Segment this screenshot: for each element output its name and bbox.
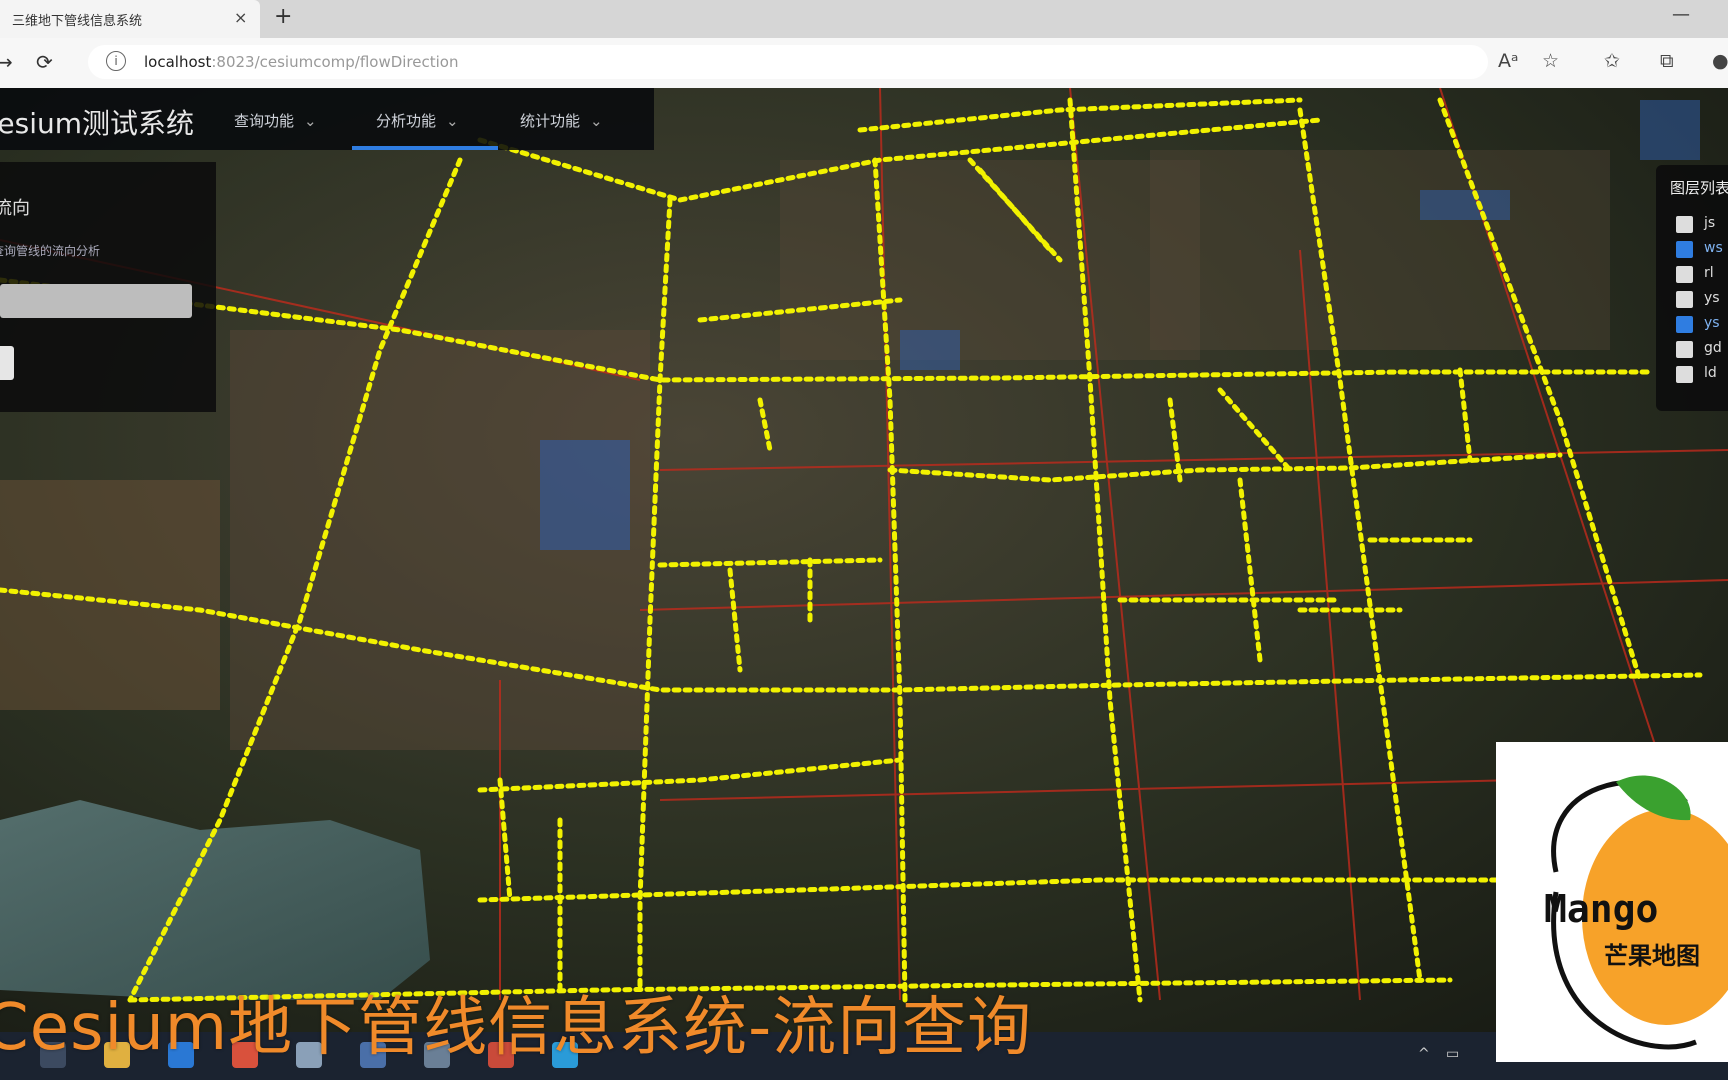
map-viewer[interactable] bbox=[0, 88, 1728, 1080]
active-menu-indicator bbox=[352, 146, 498, 150]
tab-title: 三维地下管线信息系统 bbox=[12, 14, 143, 29]
mango-logo: Mango 芒果地图 bbox=[1496, 742, 1728, 1062]
pipe-id-input[interactable] bbox=[0, 284, 192, 318]
info-icon[interactable]: i bbox=[106, 51, 126, 71]
chevron-up-icon[interactable]: ^ bbox=[1418, 1046, 1430, 1062]
blue-roof-buildings bbox=[1420, 190, 1510, 220]
browser-tab[interactable]: 三维地下管线信息系统 × bbox=[0, 0, 260, 38]
layer-item-gd[interactable]: gd bbox=[1676, 340, 1728, 360]
browser-toolbar: → ⟳ i localhost:8023/cesiumcomp/flowDire… bbox=[0, 38, 1728, 89]
profile-icon[interactable]: ● bbox=[1712, 50, 1728, 72]
screen: 三维地下管线信息系统 × + — → ⟳ i localhost:8023/ce… bbox=[0, 0, 1728, 1080]
layer-panel-title: 图层列表 bbox=[1670, 179, 1728, 197]
layer-checkbox[interactable] bbox=[1676, 341, 1693, 358]
collections-icon[interactable]: ⧉ bbox=[1660, 50, 1674, 72]
app-navbar: cesium测试系统 查询功能 ⌄ 分析功能 ⌄ 统计功能 ⌄ bbox=[0, 88, 654, 150]
layer-label: rl bbox=[1704, 265, 1714, 281]
menu-statistics[interactable]: 统计功能 ⌄ bbox=[520, 110, 603, 131]
favorites-icon[interactable]: ✩ bbox=[1604, 50, 1620, 72]
back-arrow-icon[interactable]: → bbox=[0, 50, 13, 74]
menu-analysis[interactable]: 分析功能 ⌄ bbox=[376, 110, 459, 131]
read-aloud-icon[interactable]: Aᵃ bbox=[1498, 50, 1518, 72]
browser-tab-bar: 三维地下管线信息系统 × + — bbox=[0, 0, 1728, 38]
layer-label: ys bbox=[1704, 290, 1720, 306]
chevron-down-icon: ⌄ bbox=[590, 112, 603, 130]
layer-label: ld bbox=[1704, 365, 1717, 381]
minimize-window-button[interactable]: — bbox=[1672, 4, 1690, 25]
layer-checkbox[interactable] bbox=[1676, 216, 1693, 233]
layer-item-ys-2[interactable]: ys bbox=[1676, 315, 1728, 335]
layer-checkbox[interactable] bbox=[1676, 366, 1693, 383]
layer-item-rl[interactable]: rl bbox=[1676, 265, 1728, 285]
layer-label: js bbox=[1704, 215, 1716, 231]
layer-checkbox[interactable] bbox=[1676, 241, 1693, 258]
town-area bbox=[1150, 150, 1610, 350]
url-host: localhost bbox=[144, 53, 212, 71]
new-tab-button[interactable]: + bbox=[274, 4, 292, 29]
panel-subtitle: 查询管线的流向分析 bbox=[0, 244, 101, 258]
query-button[interactable] bbox=[0, 346, 14, 380]
reload-icon[interactable]: ⟳ bbox=[36, 50, 53, 74]
layer-item-ws[interactable]: ws bbox=[1676, 240, 1728, 260]
close-tab-icon[interactable]: × bbox=[234, 8, 247, 27]
panel-title: 流向 bbox=[0, 198, 30, 219]
layer-label: gd bbox=[1704, 340, 1722, 356]
chevron-down-icon: ⌄ bbox=[304, 112, 317, 130]
app-title: cesium测试系统 bbox=[0, 107, 195, 140]
layer-list-panel: 图层列表 js ws rl ys ys gd ld bbox=[1656, 165, 1728, 411]
layer-item-js[interactable]: js bbox=[1676, 215, 1728, 235]
layer-item-ld[interactable]: ld bbox=[1676, 365, 1728, 385]
blue-roof-buildings bbox=[540, 440, 630, 550]
layer-item-ys[interactable]: ys bbox=[1676, 290, 1728, 310]
logo-subtitle: 芒果地图 bbox=[1604, 942, 1700, 970]
logo-brand: Mango bbox=[1544, 887, 1658, 931]
blue-roof-buildings bbox=[900, 330, 960, 370]
mango-icon: Mango 芒果地图 bbox=[1544, 775, 1728, 1050]
blue-roof-buildings bbox=[1640, 100, 1700, 160]
layer-checkbox[interactable] bbox=[1676, 316, 1693, 333]
menu-statistics-label: 统计功能 bbox=[520, 112, 581, 130]
layer-label: ws bbox=[1704, 240, 1723, 256]
layer-checkbox[interactable] bbox=[1676, 291, 1693, 308]
layer-label: ys bbox=[1704, 315, 1720, 331]
town-area bbox=[780, 160, 1200, 360]
url-text[interactable]: localhost:8023/cesiumcomp/flowDirection bbox=[144, 53, 458, 71]
menu-query-label: 查询功能 bbox=[234, 112, 295, 130]
video-caption: Cesium地下管线信息系统-流向查询 bbox=[0, 991, 1033, 1065]
flow-direction-panel: 流向 查询管线的流向分析 bbox=[0, 162, 216, 412]
url-path: :8023/cesiumcomp/flowDirection bbox=[211, 53, 459, 71]
menu-query[interactable]: 查询功能 ⌄ bbox=[234, 110, 317, 131]
chevron-down-icon: ⌄ bbox=[446, 112, 459, 130]
layer-checkbox[interactable] bbox=[1676, 266, 1693, 283]
address-bar[interactable]: i localhost:8023/cesiumcomp/flowDirectio… bbox=[88, 45, 1488, 79]
add-favorite-icon[interactable]: ☆ bbox=[1542, 50, 1559, 72]
menu-analysis-label: 分析功能 bbox=[376, 112, 437, 130]
network-icon[interactable]: ▭ bbox=[1446, 1046, 1459, 1062]
